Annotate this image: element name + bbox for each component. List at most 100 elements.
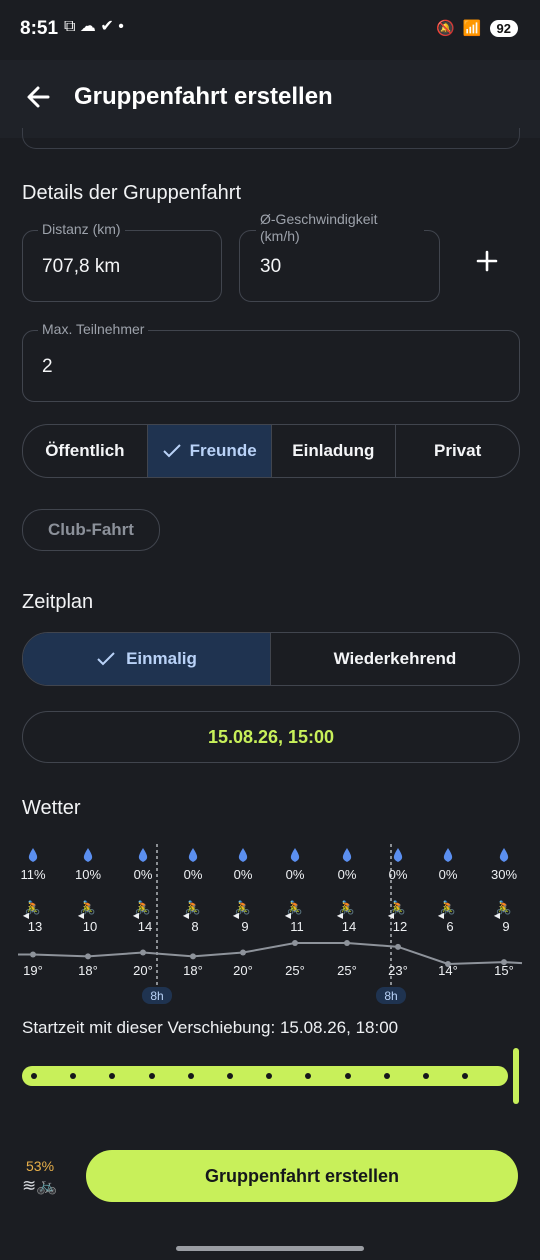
- wind-direction-icon: ◀: [337, 911, 344, 920]
- wind-direction-icon: ◀: [233, 911, 240, 920]
- temperature-value: 23°: [388, 963, 408, 978]
- wind-speed: 10: [83, 919, 97, 934]
- schedule-title: Zeitplan: [22, 591, 94, 613]
- shift-slider-dot: [305, 1073, 312, 1079]
- cloud-icon: ☁: [79, 18, 96, 35]
- temperature-value: 18°: [183, 963, 203, 978]
- start-shift-text: Startzeit mit dieser Verschiebung: 15.08…: [22, 1018, 399, 1037]
- shift-slider-dot: [148, 1073, 155, 1079]
- temperature-point: [240, 949, 246, 956]
- wind-direction-icon: ◀: [494, 911, 501, 920]
- weather-strip[interactable]: 11% 🚴 13 ◀ 19° 10% 🚴 10 ◀ 18° 0% 🚴 14 ◀ 20° 0% 🚴 8 ◀ 18° 0% 🚴…: [0, 840, 540, 1010]
- temperature-line: [18, 942, 523, 966]
- distance-label: Distanz (km): [38, 221, 125, 238]
- speed-label: Ø-Geschwindigkeit (km/h): [256, 211, 424, 245]
- wind-direction-icon: ◀: [78, 911, 85, 920]
- rain-percent: 0%: [439, 867, 458, 882]
- wind-speed: 14: [342, 919, 356, 934]
- rain-percent: 0%: [286, 867, 305, 882]
- rain-drop-icon: [138, 848, 148, 862]
- visibility-friends[interactable]: Freunde: [147, 425, 272, 477]
- page-title: Gruppenfahrt erstellen: [74, 83, 333, 110]
- status-icons: ⧉ ☁ ✔ •: [64, 16, 124, 36]
- visibility-invite[interactable]: Einladung: [272, 425, 397, 477]
- wind-bike-icon: ≋🚲: [22, 1176, 58, 1195]
- time-marker-label: 8h: [150, 989, 163, 1003]
- shift-slider-dot: [383, 1073, 390, 1079]
- rain-drop-icon: [393, 848, 403, 862]
- wind-speed: 14: [138, 919, 152, 934]
- wind-speed: 9: [502, 919, 509, 934]
- rain-percent: 30%: [491, 867, 517, 882]
- weather-title: Wetter: [22, 797, 81, 819]
- wind-direction-icon: ◀: [388, 911, 395, 920]
- wind-speed: 13: [28, 919, 42, 934]
- visibility-private[interactable]: Privat: [396, 425, 519, 477]
- rain-drop-icon: [188, 848, 198, 862]
- check-icon: [97, 652, 115, 666]
- schedule-once-label: Einmalig: [126, 649, 197, 668]
- back-arrow-icon[interactable]: [22, 80, 56, 114]
- weather-chart: 11%🚴13◀19°10%🚴10◀18°0%🚴14◀20°0%🚴8◀18°0%🚴…: [18, 844, 523, 1004]
- rain-drop-icon: [499, 848, 509, 862]
- schedule-once[interactable]: Einmalig: [23, 633, 271, 685]
- details-title: Details der Gruppenfahrt: [22, 182, 242, 204]
- rain-drop-icon: [28, 848, 38, 862]
- schedule-recurring[interactable]: Wiederkehrend: [271, 633, 519, 685]
- temperature-value: 25°: [337, 963, 357, 978]
- temperature-value: 19°: [23, 963, 43, 978]
- rain-drop-icon: [443, 848, 453, 862]
- temperature-value: 15°: [494, 963, 514, 978]
- wind-speed: 11: [290, 919, 304, 934]
- rain-percent: 0%: [184, 867, 203, 882]
- status-right: 🔕 📶 92: [436, 19, 518, 37]
- temperature-point: [30, 951, 36, 958]
- temperature-point: [85, 953, 91, 960]
- shift-slider-dot: [31, 1073, 37, 1079]
- wind-direction-icon: ◀: [23, 911, 30, 920]
- check-icon: ✔: [100, 18, 114, 35]
- wind-direction-icon: ◀: [183, 911, 190, 920]
- wind-speed: 9: [241, 919, 248, 934]
- gesture-bar: [176, 1246, 364, 1251]
- rain-percent: 0%: [389, 867, 408, 882]
- temperature-point: [292, 940, 298, 946]
- screenshot-icon: ⧉: [64, 18, 76, 35]
- shift-slider-dot: [109, 1073, 116, 1079]
- battery-level: 92: [489, 19, 518, 37]
- temperature-point: [140, 949, 146, 956]
- temperature-value: 18°: [78, 963, 98, 978]
- max-participants-field[interactable]: [22, 330, 520, 402]
- schedule-selector: Einmalig Wiederkehrend: [22, 632, 520, 686]
- rain-drop-icon: [342, 848, 352, 862]
- wind-direction-icon: ◀: [438, 911, 445, 920]
- shift-slider-dots: [22, 1066, 508, 1086]
- plus-icon[interactable]: [476, 250, 498, 272]
- create-ride-button[interactable]: Gruppenfahrt erstellen: [86, 1150, 518, 1202]
- check-icon: [162, 444, 181, 458]
- wind-direction-icon: ◀: [285, 911, 292, 920]
- rain-percent: 10%: [75, 867, 101, 882]
- max-participants-value: 2: [42, 356, 53, 377]
- shift-slider-dot: [227, 1073, 233, 1079]
- datetime-picker[interactable]: 15.08.26, 15:00: [22, 711, 520, 763]
- battery-percent: 53%: [26, 1158, 55, 1174]
- temperature-value: 20°: [133, 963, 153, 978]
- visibility-public[interactable]: Öffentlich: [23, 425, 148, 477]
- temperature-value: 14°: [438, 963, 458, 978]
- shift-slider-handle[interactable]: [513, 1048, 519, 1104]
- dot-icon: •: [118, 18, 124, 35]
- speed-value: 30: [260, 256, 282, 277]
- status-time: 8:51: [20, 18, 59, 39]
- rain-percent: 0%: [234, 867, 253, 882]
- rain-percent: 0%: [134, 867, 153, 882]
- mute-icon: 🔕: [436, 20, 455, 37]
- rain-drop-icon: [83, 848, 93, 862]
- shift-slider-dot: [187, 1073, 194, 1079]
- shift-slider-dot: [344, 1073, 351, 1079]
- wind-direction-icon: ◀: [133, 911, 140, 920]
- visibility-selector: Öffentlich Freunde Einladung Privat: [22, 424, 520, 478]
- club-ride-chip[interactable]: Club-Fahrt: [22, 509, 160, 551]
- wind-speed: 12: [393, 919, 407, 934]
- max-participants-label: Max. Teilnehmer: [38, 321, 149, 338]
